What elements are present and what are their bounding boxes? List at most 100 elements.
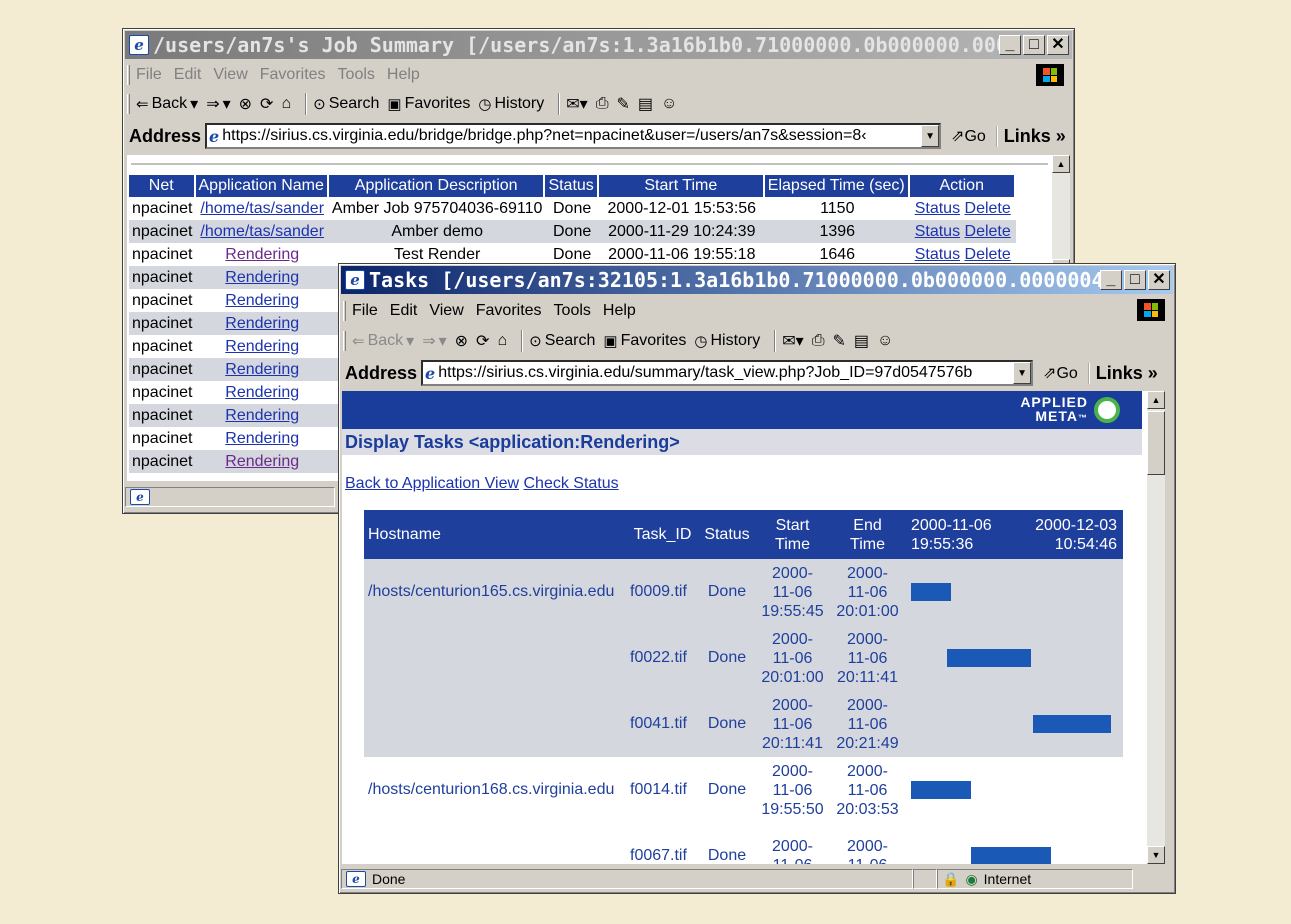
hostname-cell: /hosts/centurion168.cs.virginia.edu	[368, 781, 615, 798]
messenger-icon[interactable]: ☺	[877, 332, 893, 350]
app-link[interactable]: Rendering	[225, 361, 299, 378]
close-button[interactable]: ✕	[1148, 270, 1170, 290]
applied-meta-banner: APPLIED META™	[342, 391, 1142, 429]
hostname-cell: /hosts/centurion165.cs.virginia.edu	[364, 559, 626, 625]
history-button[interactable]: ◷ History	[694, 332, 760, 350]
vertical-scrollbar[interactable]: ▲ ▼	[1147, 391, 1165, 864]
mail-icon[interactable]: ✉▾	[782, 331, 803, 351]
refresh-icon[interactable]: ⟳	[260, 94, 273, 114]
col-end-time: End Time	[830, 510, 905, 559]
status-cell: Done	[707, 847, 747, 864]
col-gantt-range: 2000-11-06 19:55:36 2000-12-03 10:54:46	[905, 510, 1123, 559]
back-button[interactable]: ⇐ Back ▾	[136, 94, 198, 114]
app-link[interactable]: Rendering	[225, 407, 299, 424]
links-button[interactable]: Links »	[995, 125, 1066, 147]
zone-text: Internet	[983, 871, 1032, 887]
app-link[interactable]: Rendering	[225, 453, 299, 470]
app-link[interactable]: Rendering	[225, 315, 299, 332]
minimize-button[interactable]: _	[999, 35, 1021, 55]
search-button[interactable]: ⊙ Search	[313, 95, 379, 113]
col-start: Start Time	[598, 175, 765, 197]
hostname-cell	[364, 691, 626, 757]
task-table: Hostname Task_ID Status Start Time End T…	[364, 510, 1123, 864]
applied-meta-logo: APPLIED META™	[1020, 395, 1120, 425]
menu-help[interactable]: Help	[603, 302, 636, 320]
scroll-down-icon[interactable]: ▼	[1147, 846, 1165, 864]
menu-tools[interactable]: Tools	[554, 302, 591, 320]
address-input[interactable]: e https://sirius.cs.virginia.edu/summary…	[421, 360, 1034, 386]
forward-button[interactable]: ⇒ ▾	[422, 331, 446, 351]
title-bar[interactable]: e /users/an7s's Job Summary [/users/an7s…	[125, 31, 1072, 59]
delete-link[interactable]: Delete	[965, 246, 1011, 263]
back-to-application-link[interactable]: Back to Application View	[345, 475, 519, 492]
menu-favorites[interactable]: Favorites	[476, 302, 542, 320]
start-time-cell: 2000- 11-06	[772, 838, 813, 864]
forward-arrow-icon: ⇒	[206, 96, 220, 113]
scroll-thumb[interactable]	[1147, 411, 1165, 475]
back-button[interactable]: ⇐ Back ▾	[352, 331, 414, 351]
maximize-button[interactable]: □	[1124, 270, 1146, 290]
forward-button[interactable]: ⇒ ▾	[206, 94, 230, 114]
home-icon[interactable]: ⌂	[281, 95, 291, 113]
app-link[interactable]: Rendering	[225, 269, 299, 286]
menu-help[interactable]: Help	[387, 66, 420, 84]
mail-icon[interactable]: ✉▾	[566, 94, 587, 114]
edit-icon[interactable]: ✎	[833, 331, 846, 351]
menu-file[interactable]: File	[136, 66, 162, 84]
go-button[interactable]: ⇗Go	[951, 126, 986, 146]
title-bar[interactable]: e Tasks [/users/an7s:32105:1.3a16b1b0.71…	[341, 266, 1173, 294]
close-button[interactable]: ✕	[1047, 35, 1069, 55]
chevron-down-icon[interactable]: ▼	[921, 125, 940, 147]
chevron-down-icon[interactable]: ▼	[1013, 362, 1032, 384]
delete-link[interactable]: Delete	[965, 200, 1011, 217]
app-link[interactable]: Rendering	[225, 338, 299, 355]
menu-favorites[interactable]: Favorites	[260, 66, 326, 84]
menu-view[interactable]: View	[429, 302, 463, 320]
links-button[interactable]: Links »	[1087, 362, 1158, 384]
print-icon[interactable]: ⎙	[812, 332, 825, 350]
favorites-button[interactable]: ▣ Favorites	[603, 332, 686, 350]
search-button[interactable]: ⊙ Search	[529, 332, 595, 350]
delete-link[interactable]: Delete	[965, 223, 1011, 240]
home-icon[interactable]: ⌂	[497, 332, 507, 350]
app-link[interactable]: Rendering	[225, 384, 299, 401]
app-link[interactable]: /home/tas/sander	[200, 223, 324, 240]
app-link[interactable]: Rendering	[225, 430, 299, 447]
menu-view[interactable]: View	[213, 66, 247, 84]
tasks-window[interactable]: e Tasks [/users/an7s:32105:1.3a16b1b0.71…	[338, 263, 1176, 894]
task-id-cell: f0009.tif	[626, 559, 699, 625]
discuss-icon[interactable]: ▤	[638, 94, 653, 114]
stop-icon[interactable]: ⊗	[455, 331, 468, 351]
history-button[interactable]: ◷ History	[478, 95, 544, 113]
search-icon: ⊙	[529, 333, 542, 350]
print-icon[interactable]: ⎙	[596, 95, 609, 113]
menu-file[interactable]: File	[352, 302, 378, 320]
status-link[interactable]: Status	[915, 223, 960, 240]
menu-tools[interactable]: Tools	[338, 66, 375, 84]
check-status-link[interactable]: Check Status	[523, 475, 618, 492]
app-link[interactable]: /home/tas/sander	[200, 200, 324, 217]
col-status: Status	[699, 510, 755, 559]
page-icon: e	[209, 126, 220, 146]
status-link[interactable]: Status	[915, 246, 960, 263]
address-input[interactable]: e https://sirius.cs.virginia.edu/bridge/…	[205, 123, 942, 149]
gantt-cell	[905, 757, 1123, 823]
scroll-up-icon[interactable]: ▲	[1052, 155, 1070, 173]
refresh-icon[interactable]: ⟳	[476, 331, 489, 351]
gantt-cell	[905, 823, 1123, 864]
messenger-icon[interactable]: ☺	[661, 95, 677, 113]
menu-edit[interactable]: Edit	[390, 302, 418, 320]
scroll-up-icon[interactable]: ▲	[1147, 391, 1165, 409]
app-link[interactable]: Rendering	[225, 292, 299, 309]
status-link[interactable]: Status	[915, 200, 960, 217]
minimize-button[interactable]: _	[1100, 270, 1122, 290]
menu-edit[interactable]: Edit	[174, 66, 202, 84]
maximize-button[interactable]: □	[1023, 35, 1045, 55]
table-row: f0067.tif Done 2000- 11-06 2000- 11-06	[364, 823, 1123, 864]
go-button[interactable]: ⇗Go	[1043, 363, 1078, 383]
edit-icon[interactable]: ✎	[617, 94, 630, 114]
stop-icon[interactable]: ⊗	[239, 94, 252, 114]
favorites-button[interactable]: ▣ Favorites	[387, 95, 470, 113]
discuss-icon[interactable]: ▤	[854, 331, 869, 351]
app-link[interactable]: Rendering	[225, 246, 299, 263]
